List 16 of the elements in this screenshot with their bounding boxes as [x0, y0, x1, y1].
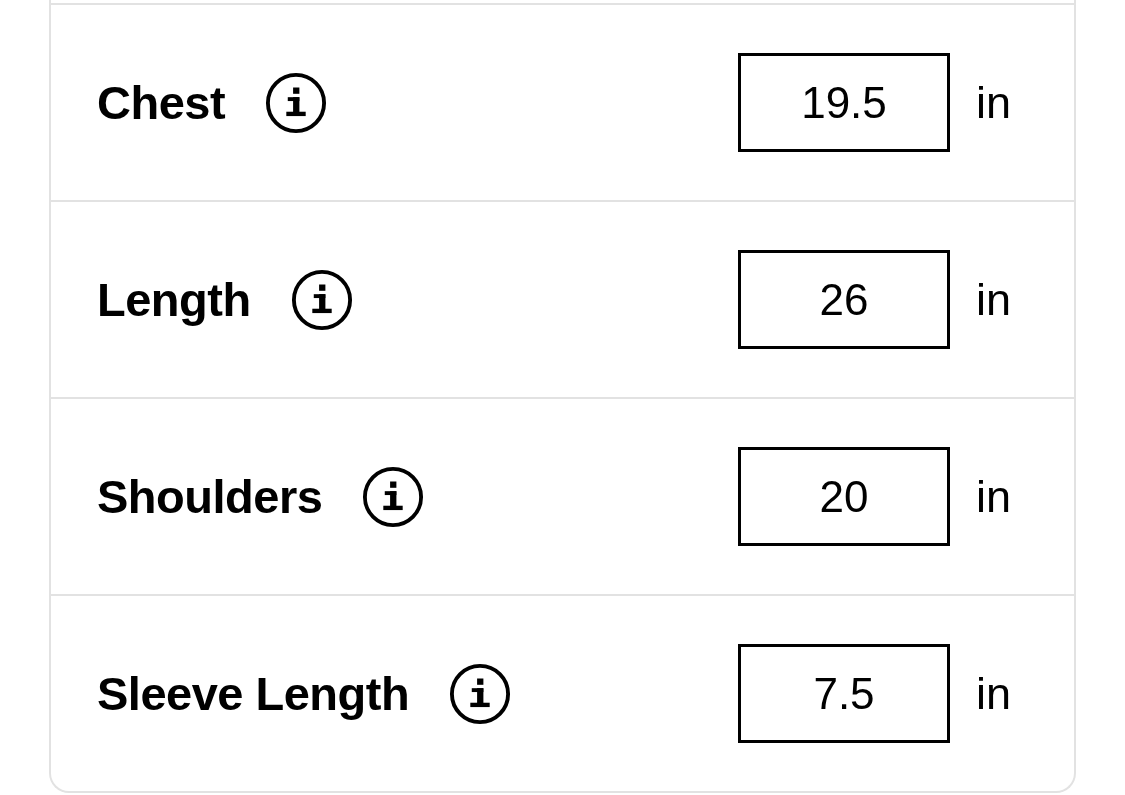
info-icon[interactable] [290, 268, 353, 331]
measurement-label: Length [97, 272, 251, 327]
info-icon[interactable] [265, 71, 328, 134]
measurement-label: Sleeve Length [97, 666, 410, 721]
unit-label: in [976, 470, 1012, 523]
unit-label: in [976, 273, 1012, 326]
measurement-label: Shoulders [97, 469, 323, 524]
unit-label: in [976, 76, 1012, 129]
measurement-input[interactable]: 26 [738, 250, 950, 349]
measurement-input[interactable]: 7.5 [738, 644, 950, 743]
measurement-input[interactable]: 20 [738, 447, 950, 546]
measurement-input[interactable]: 19.5 [738, 53, 950, 152]
info-icon[interactable] [449, 662, 512, 725]
info-icon[interactable] [362, 465, 425, 528]
measurement-label: Chest [97, 75, 226, 130]
unit-label: in [976, 667, 1012, 720]
